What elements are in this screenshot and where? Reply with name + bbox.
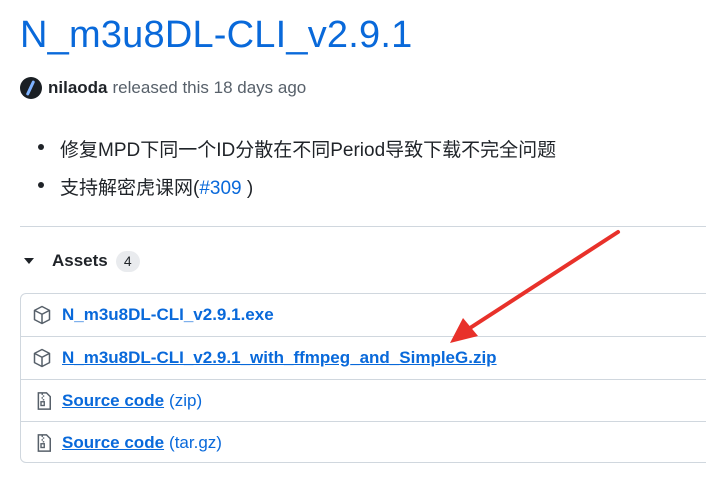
caret-down-icon [24,258,34,264]
assets-count-badge: 4 [115,250,140,272]
release-date-text: released this 18 days ago [112,78,307,97]
package-icon [33,348,51,367]
package-icon [33,305,51,325]
release-byline: nilaoda released this 18 days ago [20,76,306,100]
release-note-item: 修复MPD下同一个ID分散在不同Period导致下载不完全问题 [37,135,556,162]
source-format-label: (zip) [169,390,203,410]
note-text: 支持解密虎课网( [60,178,200,199]
asset-row: Source code (tar.gz) [21,421,706,463]
source-format-label: (tar.gz) [169,432,222,452]
source-code-targz-link[interactable]: Source code [62,433,164,453]
asset-row: Source code (zip) [21,379,706,421]
asset-link-exe[interactable]: N_m3u8DL-CLI_v2.9.1.exe [62,305,274,325]
assets-toggle[interactable]: Assets 4 [20,248,140,274]
assets-label: Assets [52,251,108,270]
asset-row: N_m3u8DL-CLI_v2.9.1.exe [21,294,706,336]
note-text-suffix: ) [241,178,254,199]
file-zip-icon [37,433,51,452]
release-title[interactable]: N_m3u8DL-CLI_v2.9.1 [20,14,412,57]
author-name[interactable]: nilaoda [48,78,108,98]
asset-row: N_m3u8DL-CLI_v2.9.1_with_ffmpeg_and_Simp… [21,336,706,378]
file-zip-icon [37,391,51,410]
issue-link-309[interactable]: #309 [199,178,241,199]
assets-list: N_m3u8DL-CLI_v2.9.1.exe N_m3u8DL-CLI_v2.… [20,293,706,463]
release-note-item: 支持解密虎课网(#309 ) [37,173,254,200]
author-avatar[interactable] [20,77,42,99]
source-code-zip-link[interactable]: Source code [62,391,164,411]
section-divider [20,226,706,227]
asset-link-zip[interactable]: N_m3u8DL-CLI_v2.9.1_with_ffmpeg_and_Simp… [62,348,497,368]
